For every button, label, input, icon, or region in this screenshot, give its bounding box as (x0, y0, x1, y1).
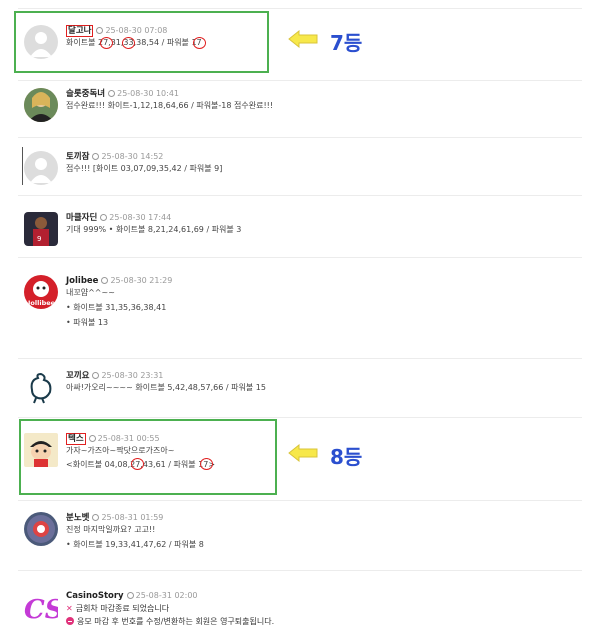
avatar-default[interactable] (24, 151, 58, 185)
divider (18, 500, 582, 501)
divider (18, 8, 582, 9)
timestamp: 25-08-30 21:29 (110, 276, 173, 285)
highlight-circle (200, 458, 213, 470)
avatar-photo[interactable] (24, 88, 58, 122)
author-name[interactable]: CasinoStory (66, 591, 124, 601)
avatar-logo[interactable]: Jollibee (24, 275, 58, 309)
author-name[interactable]: 분노벳 (66, 513, 89, 523)
divider (18, 195, 582, 196)
divider (18, 358, 582, 359)
clock-icon (101, 277, 109, 284)
timestamp: 25-08-30 17:44 (109, 213, 172, 222)
timestamp: 25-08-30 10:41 (117, 89, 180, 98)
divider (18, 570, 582, 571)
arrow-left-icon (288, 444, 318, 462)
x-icon: ✕ (66, 604, 73, 613)
svg-text:Jollibee: Jollibee (27, 299, 56, 307)
arrow-left-icon (288, 30, 318, 48)
highlight-circle (122, 37, 135, 49)
comment-text: 내꼬얌^^~~ (66, 288, 115, 297)
highlight-circle (131, 458, 144, 470)
timestamp: 25-08-31 01:59 (101, 513, 164, 522)
comment-text: 기대 999% • 화이트볼 8,21,24,61,69 / 파워볼 3 (66, 225, 242, 234)
comment-text: 진정 마지막일까요? 고고!! (66, 525, 156, 534)
timestamp: 25-08-31 02:00 (135, 591, 198, 600)
notice-closed: ✕ 금회차 마감종료 되었습니다 (66, 604, 170, 613)
rank-label: 7등 (330, 31, 363, 55)
comment-text: 접수!!! [화이트 03,07,09,35,42 / 파워볼 9] (66, 164, 223, 173)
reply-indicator (22, 147, 23, 185)
author-name[interactable]: 토끼잠 (66, 152, 89, 162)
comment-bullet: • 화이트볼 19,33,41,47,62 / 파워볼 8 (66, 540, 204, 549)
notice-warning: 응모 마감 후 번호를 수정/변환하는 회원은 영구퇴출됩니다. (66, 615, 274, 628)
clock-icon (92, 514, 100, 521)
highlight-box (14, 11, 269, 73)
avatar-photo[interactable]: 9 (24, 212, 58, 246)
minus-circle-icon (66, 617, 74, 625)
divider (18, 257, 582, 258)
svg-text:9: 9 (37, 235, 41, 243)
comment-text: 접수완료!!! 화이트-1,12,18,64,66 / 파워볼-18 접수완료!… (66, 101, 274, 110)
author-name[interactable]: Jolibee (66, 276, 98, 286)
highlight-circle (193, 37, 206, 49)
divider (18, 137, 582, 138)
svg-text:CS: CS (24, 595, 58, 624)
comment-bullet: • 화이트볼 31,35,36,38,41 (66, 303, 167, 312)
casinostory-logo[interactable]: CS (24, 590, 58, 624)
divider (18, 417, 582, 418)
rooster-icon[interactable] (24, 370, 58, 404)
clock-icon (92, 153, 100, 160)
author-name[interactable]: 꼬끼요 (66, 371, 89, 381)
rank-label: 8등 (330, 445, 363, 469)
comment-bullet: • 파워볼 13 (66, 318, 109, 327)
clock-icon (108, 90, 116, 97)
avatar-logo[interactable] (24, 512, 58, 546)
clock-icon (126, 592, 134, 599)
timestamp: 25-08-30 14:52 (101, 152, 164, 161)
highlight-box (19, 419, 277, 495)
clock-icon (100, 214, 108, 221)
timestamp: 25-08-30 23:31 (101, 371, 164, 380)
author-name[interactable]: 슬롯중독녀 (66, 89, 105, 99)
highlight-circle (100, 37, 113, 49)
clock-icon (92, 372, 100, 379)
comment-text: 아싸!가오리~~~~ 화이트볼 5,42,48,57,66 / 파워볼 15 (66, 383, 266, 392)
author-name[interactable]: 마클자딘 (66, 213, 97, 223)
divider (18, 80, 582, 81)
